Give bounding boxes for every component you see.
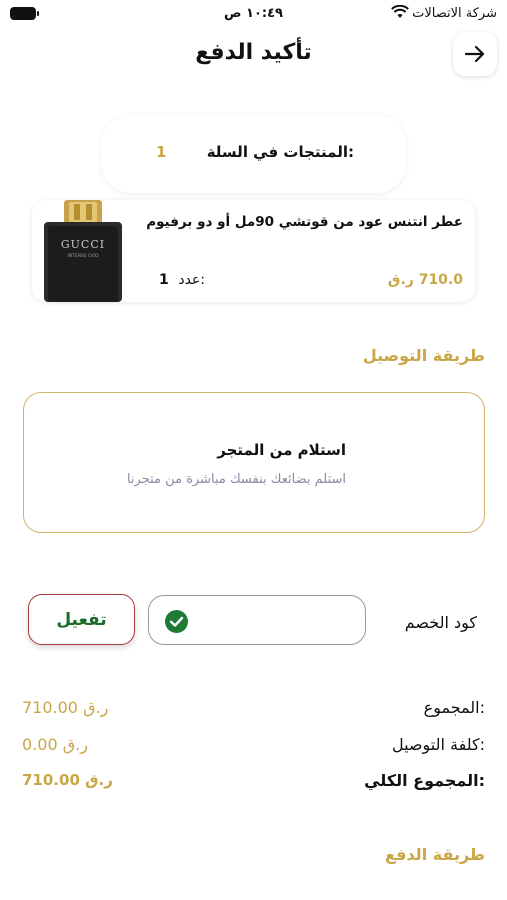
discount-code-input[interactable]	[148, 595, 366, 645]
discount-code-label: كود الخصم	[404, 613, 477, 632]
cart-count-label: المنتجات في السلة:	[206, 143, 354, 161]
cart-count-value: 1	[156, 143, 167, 161]
subtotal-label: المجموع:	[423, 698, 485, 717]
carrier-name: شركة الاتصالات	[412, 6, 497, 21]
product-card[interactable]: GUCCI INTENSE OUD عطر انتنس عود من قوتشي…	[32, 200, 475, 302]
wifi-icon	[391, 5, 409, 18]
product-qty-label: عدد:	[178, 272, 205, 288]
status-bar: ١٠:٤٩ ص شركة الاتصالات	[0, 0, 507, 30]
product-name: عطر انتنس عود من قوتشي 90مل أو دو برفيوم	[146, 214, 463, 230]
grand-total-label: المجموع الكلي:	[364, 771, 485, 790]
product-subtitle-text: INTENSE OUD	[67, 253, 99, 259]
grand-total-value: 710.00 ر.ق	[22, 771, 113, 789]
delivery-option-store-pickup[interactable]: استلام من المتجر استلم بضائعك بنفسك مباش…	[23, 392, 485, 533]
delivery-cost-value: 0.00 ر.ق	[22, 735, 88, 754]
product-qty-value: 1	[159, 272, 169, 288]
check-circle-icon	[165, 610, 188, 633]
payment-section-title: طريقة الدفع	[385, 845, 485, 864]
delivery-cost-label: كلفة التوصيل:	[391, 735, 485, 754]
back-button[interactable]	[453, 32, 497, 76]
page-title: تأكيد الدفع	[195, 40, 312, 65]
activate-discount-button[interactable]: تفعيل	[28, 594, 135, 645]
product-price: 710.0 ر.ق	[387, 272, 463, 288]
product-image: GUCCI INTENSE OUD	[44, 200, 122, 302]
delivery-section-title: طريقة التوصيل	[362, 346, 485, 365]
product-brand-text: GUCCI	[61, 238, 105, 251]
delivery-option-desc: استلم بضائعك بنفسك مباشرة من متجرنا	[126, 472, 346, 487]
delivery-option-title: استلام من المتجر	[217, 441, 346, 459]
subtotal-value: 710.00 ر.ق	[22, 698, 109, 717]
cart-count-box: المنتجات في السلة: 1	[101, 115, 406, 193]
arrow-right-icon	[464, 45, 485, 63]
